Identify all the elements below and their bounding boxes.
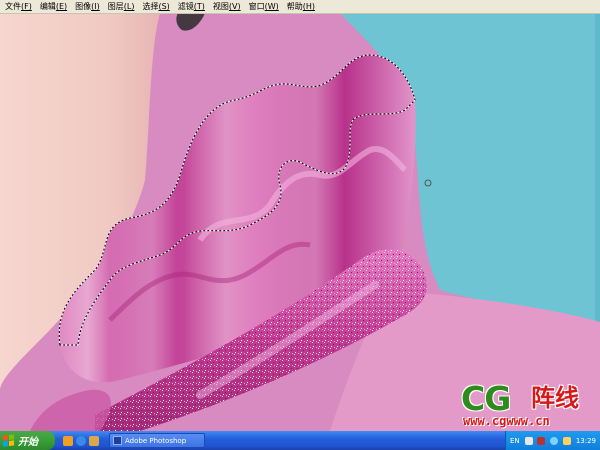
desktop-icon[interactable] (63, 435, 73, 446)
menu-edit[interactable]: 编辑(E) (35, 0, 70, 13)
media-icon[interactable] (89, 435, 99, 446)
start-label: 开始 (18, 437, 38, 448)
browser-icon[interactable] (76, 435, 86, 446)
menu-window[interactable]: 窗口(W) (244, 0, 282, 13)
quick-launch (63, 435, 99, 446)
watermark-logo: CG 阵线 www.cgwww.cn (459, 381, 595, 429)
menu-layer[interactable]: 图层(L) (103, 0, 138, 13)
watermark-brand: CG (461, 379, 511, 418)
menu-view[interactable]: 视图(V) (208, 0, 244, 13)
clock: 13:29 (575, 436, 596, 445)
tray-app-icon[interactable] (537, 436, 546, 445)
watermark-brand-cn: 阵线 (531, 384, 579, 412)
taskbar-photoshop-button[interactable]: Adobe Photoshop (109, 433, 205, 448)
menu-bar: 文件(F) 编辑(E) 图像(I) 图层(L) 选择(S) 滤镜(T) 视图(V… (0, 0, 600, 14)
canvas-artwork (0, 13, 600, 431)
help-icon[interactable] (524, 436, 533, 445)
system-tray: EN 13:29 (505, 431, 600, 450)
menu-select[interactable]: 选择(S) (137, 0, 172, 13)
taskbar-photoshop-label: Adobe Photoshop (125, 436, 187, 445)
document-canvas[interactable] (0, 13, 600, 431)
menu-help[interactable]: 帮助(H) (282, 0, 318, 13)
windows-logo-icon (3, 434, 14, 447)
taskbar: 开始 Adobe Photoshop EN 13:29 (0, 431, 600, 450)
start-button[interactable]: 开始 (0, 431, 55, 450)
language-indicator[interactable]: EN (510, 437, 520, 445)
network-icon[interactable] (550, 436, 559, 445)
menu-filter[interactable]: 滤镜(T) (173, 0, 208, 13)
volume-icon[interactable] (562, 436, 571, 445)
photoshop-icon (113, 436, 122, 445)
menu-file[interactable]: 文件(F) (0, 0, 35, 13)
watermark-url: www.cgwww.cn (463, 414, 550, 428)
menu-image[interactable]: 图像(I) (70, 0, 103, 13)
